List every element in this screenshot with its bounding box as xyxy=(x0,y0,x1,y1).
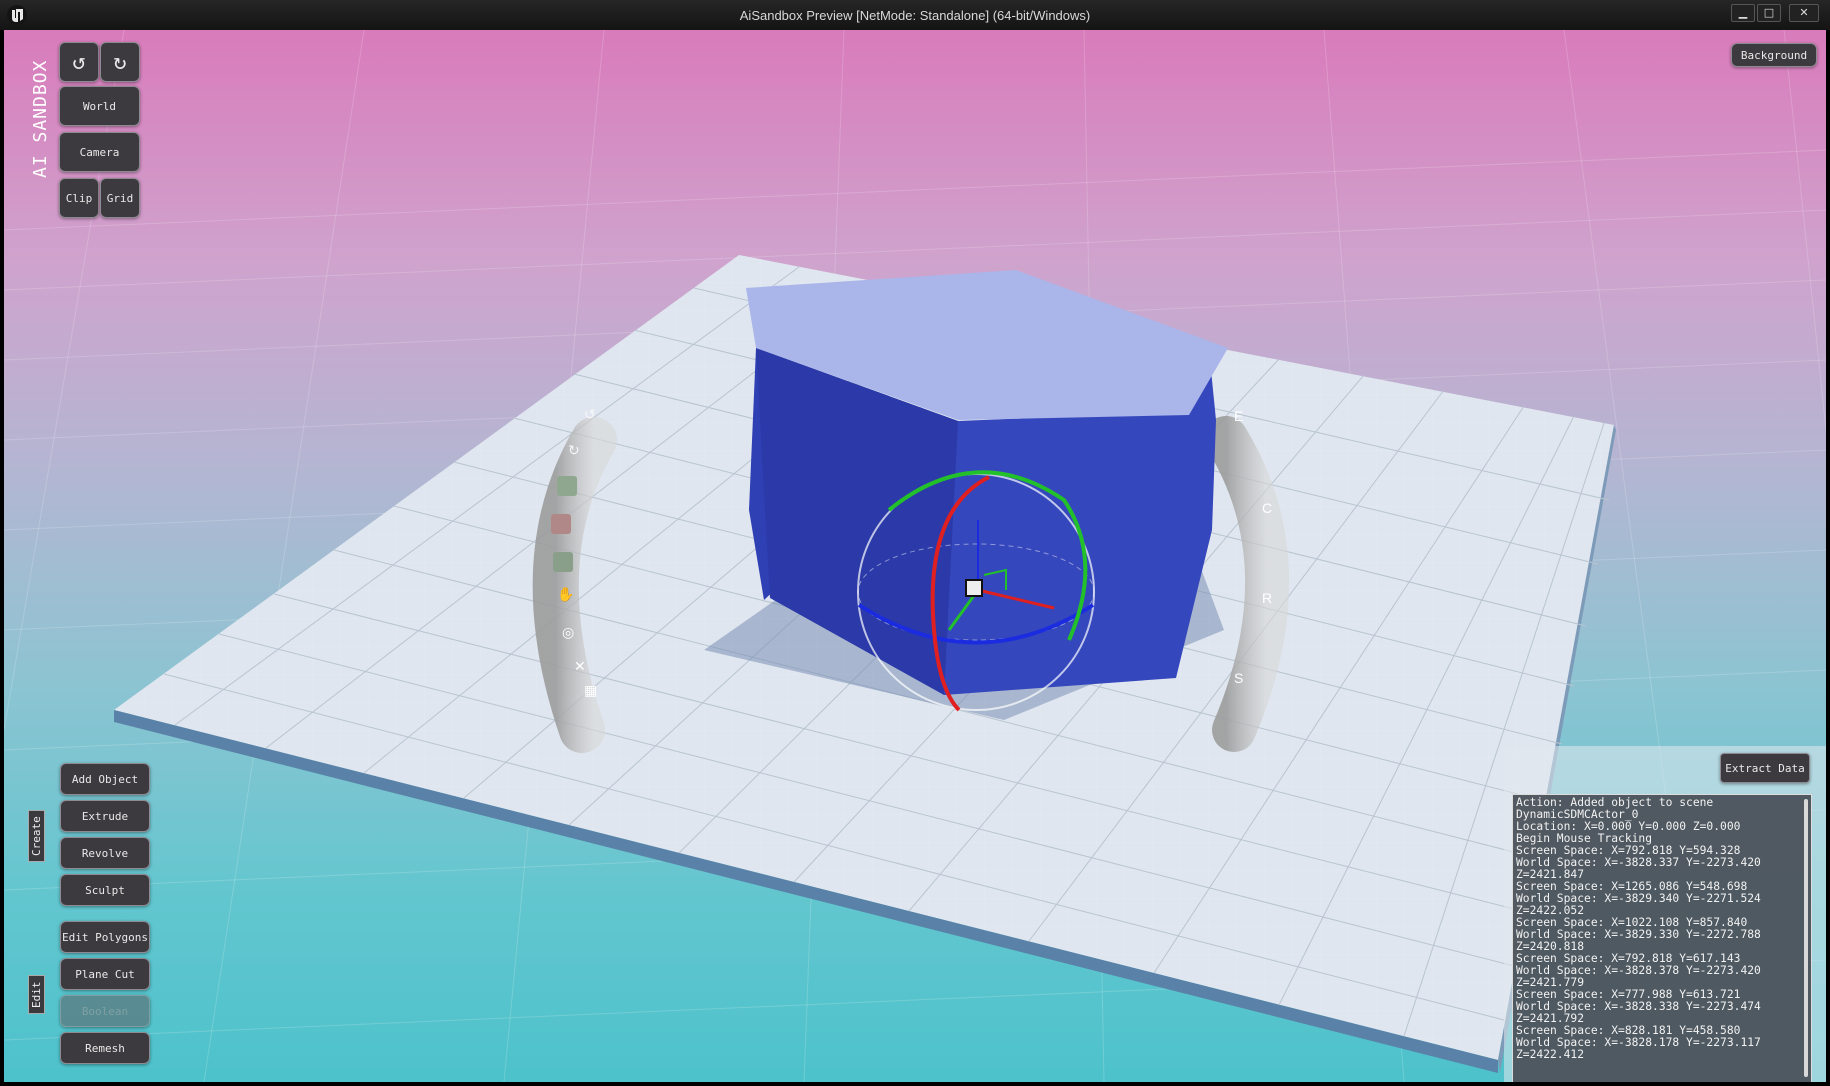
edit-section-label: Edit xyxy=(28,975,45,1014)
edit-polygons-button[interactable]: Edit Polygons xyxy=(60,921,150,953)
undo-icon: ↺ xyxy=(72,49,86,75)
log-line: Z=2422.412 xyxy=(1516,1048,1585,1061)
app-title: AI SANDBOX xyxy=(30,59,51,178)
clip-button[interactable]: Clip xyxy=(59,178,99,218)
minimize-button[interactable]: ▁ xyxy=(1731,4,1755,22)
log-scrollbar[interactable] xyxy=(1804,799,1808,1077)
background-button[interactable]: Background xyxy=(1731,43,1817,67)
3d-viewport[interactable]: AI SANDBOX ↺ ↻ World Camera Clip Grid Ba… xyxy=(4,30,1826,1082)
grid-button[interactable]: Grid xyxy=(100,178,140,218)
maximize-button[interactable]: □ xyxy=(1757,4,1781,22)
add-object-button[interactable]: Add Object xyxy=(60,763,150,795)
log-output[interactable]: Action: Added object to scene DynamicSDMC… xyxy=(1512,794,1812,1082)
ring-redo-icon[interactable]: ↻ xyxy=(568,442,580,459)
hand-icon[interactable]: ✋ xyxy=(557,586,574,603)
close-icon[interactable]: ✕ xyxy=(574,658,586,675)
plane-cut-button[interactable]: Plane Cut xyxy=(60,958,150,990)
app-window: AiSandbox Preview [NetMode: Standalone] … xyxy=(0,0,1830,1086)
green-swatch-icon[interactable] xyxy=(557,476,577,496)
ring-label-c[interactable]: C xyxy=(1262,500,1272,516)
ring-label-e[interactable]: E xyxy=(1234,408,1243,424)
ring-label-s[interactable]: S xyxy=(1234,670,1243,686)
grid-icon[interactable]: ▦ xyxy=(584,682,597,699)
log-panel: Extract Data Action: Added object to sce… xyxy=(1504,746,1826,1082)
sphere-icon[interactable]: ◎ xyxy=(562,624,574,641)
green-swatch-icon[interactable] xyxy=(553,552,573,572)
undo-button[interactable]: ↺ xyxy=(59,42,99,82)
sculpt-button[interactable]: Sculpt xyxy=(60,874,150,906)
ring-undo-icon[interactable]: ↺ xyxy=(584,406,596,423)
extrude-button[interactable]: Extrude xyxy=(60,800,150,832)
redo-button[interactable]: ↻ xyxy=(100,42,140,82)
revolve-button[interactable]: Revolve xyxy=(60,837,150,869)
window-title: AiSandbox Preview [NetMode: Standalone] … xyxy=(739,8,1091,23)
extract-data-button[interactable]: Extract Data xyxy=(1720,753,1810,783)
red-swatch-icon[interactable] xyxy=(551,514,571,534)
remesh-button[interactable]: Remesh xyxy=(60,1032,150,1064)
ring-label-r[interactable]: R xyxy=(1262,590,1272,606)
camera-button[interactable]: Camera xyxy=(59,132,140,172)
close-button[interactable]: ✕ xyxy=(1789,4,1819,22)
redo-icon: ↻ xyxy=(113,49,127,75)
boolean-button: Boolean xyxy=(60,995,150,1027)
create-section-label: Create xyxy=(28,810,45,862)
world-button[interactable]: World xyxy=(59,86,140,126)
title-bar: AiSandbox Preview [NetMode: Standalone] … xyxy=(0,0,1830,30)
log-lines: Action: Added object to scene DynamicSDMC… xyxy=(1516,797,1805,1061)
